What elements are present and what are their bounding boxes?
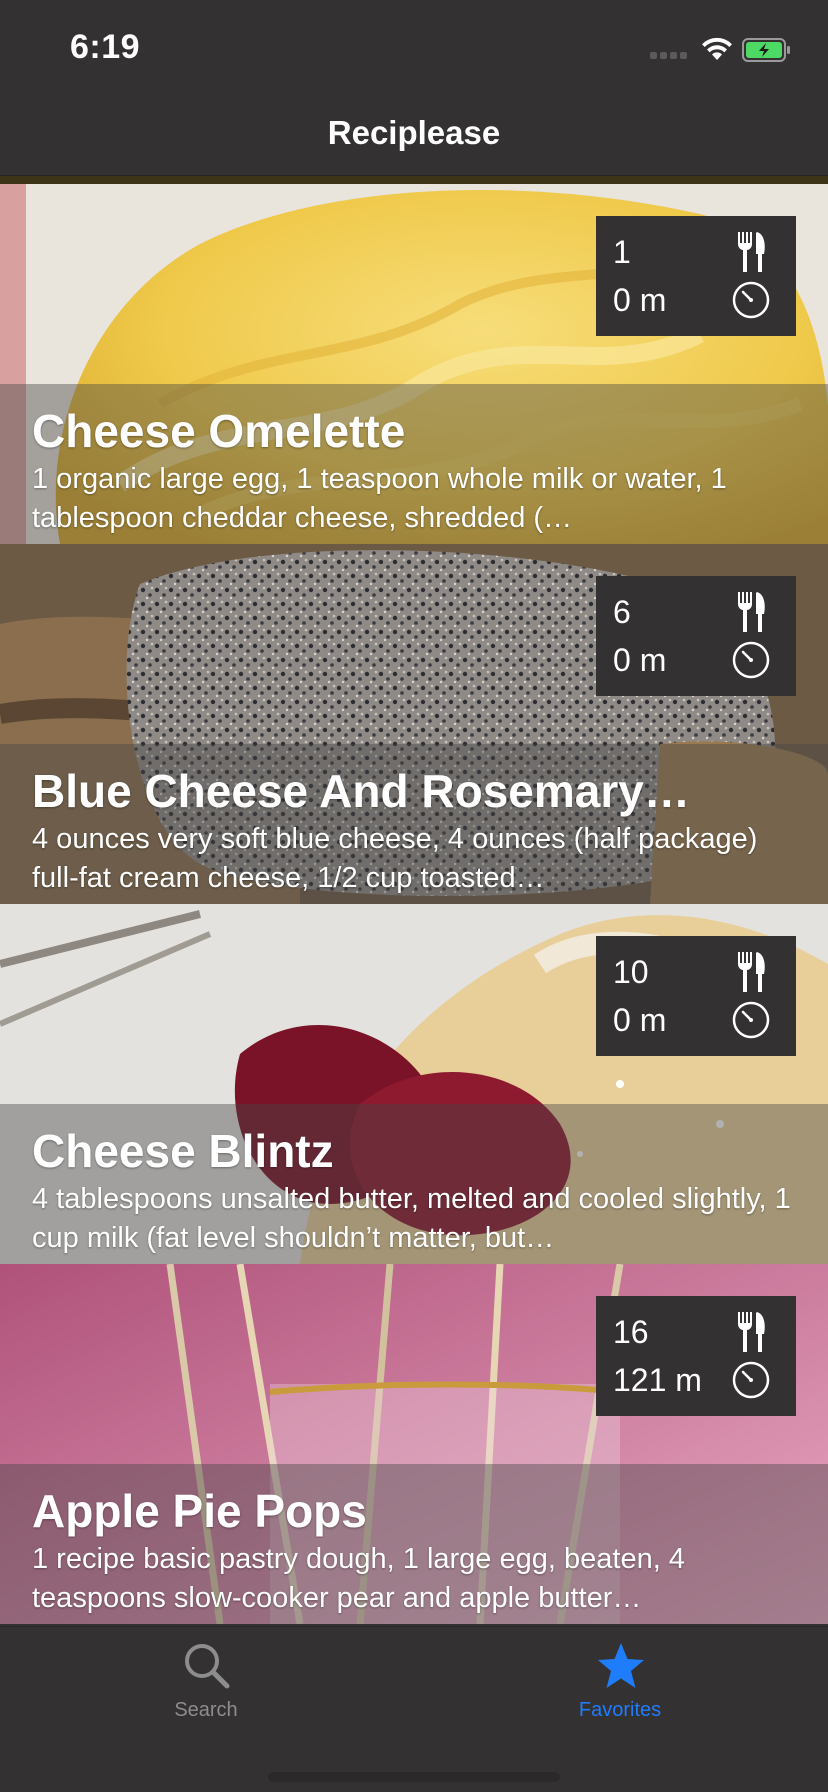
servings-count: 6 <box>613 594 631 630</box>
fork-knife-icon <box>738 1312 765 1352</box>
status-bar: 6:19 <box>0 0 828 100</box>
timer-icon <box>732 1361 770 1399</box>
recipe-title: Apple Pie Pops <box>32 1485 367 1537</box>
recipe-cell[interactable]: 10 0 m Cheese Blintz 4 tablespoons unsal… <box>0 904 828 1264</box>
prep-time: 0 m <box>613 1002 667 1038</box>
recipe-ingredients: 4 ounces very soft blue cheese, 4 ounces… <box>32 823 758 894</box>
recipe-list[interactable]: 1 0 m Cheese Omelette 1 organic large eg… <box>0 176 828 1626</box>
prep-time: 0 m <box>613 282 667 318</box>
navigation-bar: Reciplease <box>0 100 828 176</box>
home-indicator <box>268 1772 560 1782</box>
recipe-ingredients: 1 recipe basic pastry dough, 1 large egg… <box>32 1543 685 1614</box>
tab-search[interactable]: Search <box>116 1627 296 1737</box>
cellular-signal-icon <box>650 52 688 60</box>
app-screen: 6:19 Reciplease 1 0 m Cheese Omelette 1 … <box>0 0 828 1792</box>
recipe-info-box: 1 0 m <box>596 216 796 336</box>
fork-knife-icon <box>738 232 765 272</box>
recipe-title: Blue Cheese And Rosemary… <box>32 765 690 817</box>
timer-icon <box>732 1001 770 1039</box>
prep-time: 121 m <box>613 1362 702 1398</box>
recipe-cell-partial[interactable] <box>0 176 828 184</box>
recipe-caption: Apple Pie Pops 1 recipe basic pastry dou… <box>0 1464 828 1624</box>
servings-count: 16 <box>613 1314 649 1350</box>
recipe-caption: Cheese Blintz 4 tablespoons unsalted but… <box>0 1104 828 1264</box>
timer-icon <box>732 281 770 319</box>
recipe-cell[interactable]: 1 0 m Cheese Omelette 1 organic large eg… <box>0 184 828 544</box>
recipe-ingredients: 4 tablespoons unsalted butter, melted an… <box>32 1183 791 1254</box>
recipe-title: Cheese Omelette <box>32 405 406 457</box>
fork-knife-icon <box>738 952 765 992</box>
star-icon <box>598 1643 644 1688</box>
recipe-image <box>0 176 828 184</box>
magnifier-icon <box>185 1644 230 1689</box>
prep-time: 0 m <box>613 642 667 678</box>
battery-icon <box>742 38 790 62</box>
recipe-caption: Cheese Omelette 1 organic large egg, 1 t… <box>0 384 828 544</box>
tab-bar: Search Favorites <box>0 1626 828 1792</box>
recipe-info-box: 6 0 m <box>596 576 796 696</box>
recipe-cell[interactable]: 16 121 m Apple Pie Pops 1 recipe basic p… <box>0 1264 828 1624</box>
tab-favorites[interactable]: Favorites <box>530 1627 710 1737</box>
tab-search-label: Search <box>174 1699 238 1721</box>
servings-count: 10 <box>613 954 649 990</box>
tab-favorites-label: Favorites <box>578 1699 662 1721</box>
recipe-title: Cheese Blintz <box>32 1125 334 1177</box>
wifi-icon <box>702 37 732 60</box>
timer-icon <box>732 641 770 679</box>
servings-count: 1 <box>613 234 631 270</box>
status-time: 6:19 <box>70 28 141 66</box>
recipe-cell[interactable]: 6 0 m Blue Cheese And Rosemary… 4 ounces… <box>0 544 828 904</box>
recipe-ingredients: 1 organic large egg, 1 teaspoon whole mi… <box>32 463 727 534</box>
fork-knife-icon <box>738 592 765 632</box>
recipe-info-box: 16 121 m <box>596 1296 796 1416</box>
recipe-info-box: 10 0 m <box>596 936 796 1056</box>
recipe-caption: Blue Cheese And Rosemary… 4 ounces very … <box>0 744 828 904</box>
page-title: Reciplease <box>327 114 501 151</box>
